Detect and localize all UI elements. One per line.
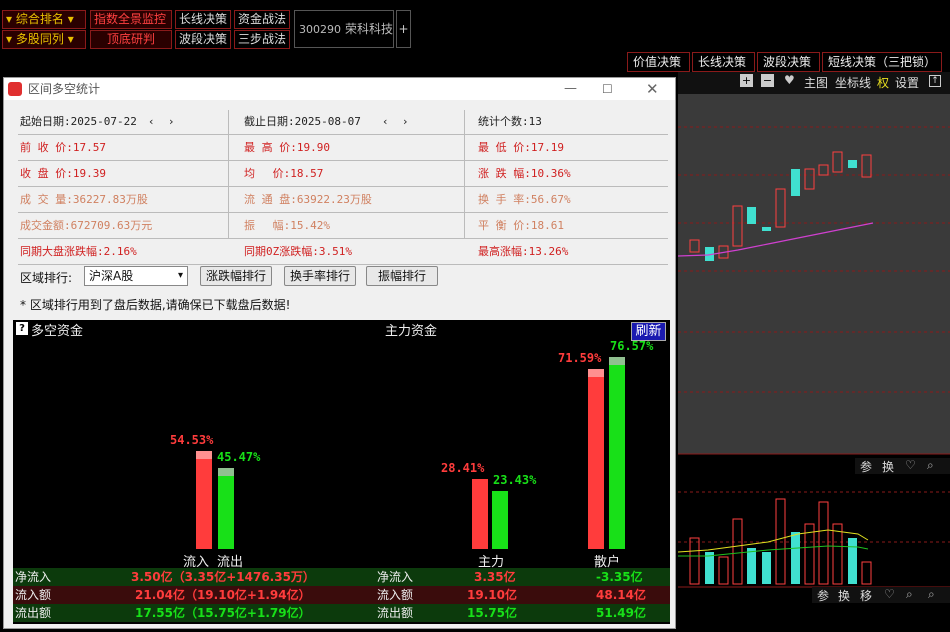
swing-button[interactable]: 波段决策 [175,30,231,49]
stat-count: 统计个数:13 [478,115,542,128]
expand-icon[interactable]: ↑ [929,75,941,87]
zoom-icon[interactable]: ⌕ [906,587,913,602]
app-icon [8,82,22,96]
volume: 成 交 量:36227.83万股 [20,193,148,206]
start-date: 起始日期:2025-07-22 [20,115,137,128]
maximize-icon[interactable]: ☐ [602,78,613,100]
sub-toolbar-1: 参 换 ♡ ⌕ [855,458,950,474]
three-step-button[interactable]: 三步战法 [234,30,290,49]
retail-inflow-bar [588,369,604,549]
candle [791,169,800,196]
candle [848,160,857,168]
index-monitor-button[interactable]: 指数全景监控 [90,10,172,29]
kline-chart[interactable] [677,72,950,629]
turnover-amount: 成交金额:672709.63万元 [20,219,153,232]
help-icon[interactable]: ? [16,322,28,335]
end-date: 截止日期:2025-08-07 [244,115,361,128]
rights-button[interactable]: 权 [877,74,889,91]
minimize-icon[interactable]: — [564,78,577,100]
add-tab-button[interactable]: + [396,10,411,48]
stock-selector[interactable]: 300290 荣科科技 [294,10,394,48]
rank-dropdown[interactable]: ▾ 综合排名 ▾ [2,10,86,29]
capital-flow-panel: ? 多空资金 主力资金 刷新 54.53% 45.47% 28.41% 23.4… [13,320,670,624]
close-icon[interactable]: ✕ [646,78,659,100]
turnover-rate: 换 手 率:56.67% [478,193,571,206]
region-label: 区域排行: [20,271,73,285]
start-date-stepper[interactable]: ‹ › [148,109,175,135]
divider [228,110,229,238]
main-inflow-bar [472,479,488,549]
sub-toolbar-2: 参 换 移 ♡ ⌕ ⌕ [812,587,950,603]
main-inflow-pct: 28.41% [441,461,485,475]
oz-change: 同期0Z涨跌幅:3.51% [244,245,352,258]
close-price: 收 盘 价:19.39 [20,167,106,180]
prev-close: 前 收 价:17.57 [20,141,106,154]
sort-amplitude-button[interactable]: 振幅排行 [366,266,438,286]
amplitude: 振 幅:15.42% [244,219,330,232]
tab-swing[interactable]: 波段决策 [757,52,820,72]
max-gain: 最高涨幅:13.26% [478,245,569,258]
kline-svg [677,94,950,588]
tab-longterm[interactable]: 长线决策 [692,52,755,72]
main-outflow-pct: 23.43% [493,473,537,487]
settings-button[interactable]: 设置 [895,74,919,91]
float-shares: 流 通 盘:63922.23万股 [244,193,372,206]
longterm-button[interactable]: 长线决策 [175,10,231,29]
tab-shortterm[interactable]: 短线决策（三把锁） [822,52,942,72]
top-bottom-button[interactable]: 顶底研判 [90,30,172,49]
table-row: 流出额 17.55亿（15.75亿+1.79亿） 流出额 15.75亿 51.4… [13,604,670,622]
inflow-bar [196,451,212,549]
tab-value[interactable]: 价值决策 [627,52,690,72]
retail-outflow-pct: 76.57% [610,339,654,353]
high-price: 最 高 价:19.90 [244,141,330,154]
panel-title-left: 多空资金 [31,324,84,339]
main-chart-button[interactable]: 主图 [804,74,828,91]
inflow-pct: 54.53% [170,433,214,447]
heart-icon[interactable]: ♡ [884,587,895,601]
chart-plot-bg [678,94,950,454]
data-note: * 区域排行用到了盘后数据,请确保已下载盘后数据! [20,298,291,312]
avg-price: 均 价:18.57 [244,167,324,180]
divider [464,110,465,238]
change-pct: 涨 跌 幅:10.36% [478,167,571,180]
coord-line-button[interactable]: 坐标线 [835,74,871,91]
multi-stock-dropdown[interactable]: ▾ 多股同列 ▾ [2,30,86,49]
switch-button[interactable]: 换 [838,587,850,604]
retail-outflow-bar [609,357,625,549]
zoom-in-icon[interactable]: + [740,74,753,87]
table-row: 流入额 21.04亿（19.10亿+1.94亿） 流入额 19.10亿 48.1… [13,586,670,604]
move-button[interactable]: 移 [860,587,872,604]
dialog-titlebar[interactable]: 区间多空统计 — ☐ ✕ [4,78,675,100]
capital-tactics-button[interactable]: 资金战法 [234,10,290,29]
outflow-pct: 45.47% [217,450,261,464]
panel-title-center: 主力资金 [385,324,438,339]
param-button[interactable]: 参 [860,458,872,475]
search-icon[interactable]: ⌕ [928,587,935,602]
heart-icon[interactable]: ♡ [905,458,916,472]
outflow-bar [218,468,234,549]
candle [762,227,771,231]
chart-toolbar: + − ♥ 主图 坐标线 权 设置 ↑ [678,72,950,94]
dialog-title: 区间多空统计 [28,82,101,96]
sort-turnover-button[interactable]: 换手率排行 [284,266,356,286]
range-stats-dialog: 区间多空统计 — ☐ ✕ 起始日期:2025-07-22 ‹ › 截止日期:20… [3,77,676,629]
search-icon[interactable]: ⌕ [927,458,934,473]
candle [747,207,756,224]
vol-ma-yellow [677,529,869,553]
market-change: 同期大盘涨跌幅:2.16% [20,245,137,258]
low-price: 最 低 价:17.19 [478,141,564,154]
region-select[interactable]: 沪深A股 ▾ [84,266,188,286]
param-button[interactable]: 参 [817,587,829,604]
main-outflow-bar [492,491,508,549]
balance-price: 平 衡 价:18.61 [478,219,564,232]
zoom-out-icon[interactable]: − [761,74,774,87]
table-row: 净流入 3.50亿（3.35亿+1476.35万） 净流入 3.35亿 -3.3… [13,568,670,586]
switch-button[interactable]: 换 [882,458,894,475]
sort-change-button[interactable]: 涨跌幅排行 [200,266,272,286]
retail-inflow-pct: 71.59% [558,351,602,365]
end-date-stepper[interactable]: ‹ › [382,109,409,135]
top-toolbar: ▾ 综合排名 ▾ 指数全景监控 长线决策 资金战法 ▾ 多股同列 ▾ 顶底研判 … [0,0,950,52]
heart-icon[interactable]: ♥ [784,73,795,87]
